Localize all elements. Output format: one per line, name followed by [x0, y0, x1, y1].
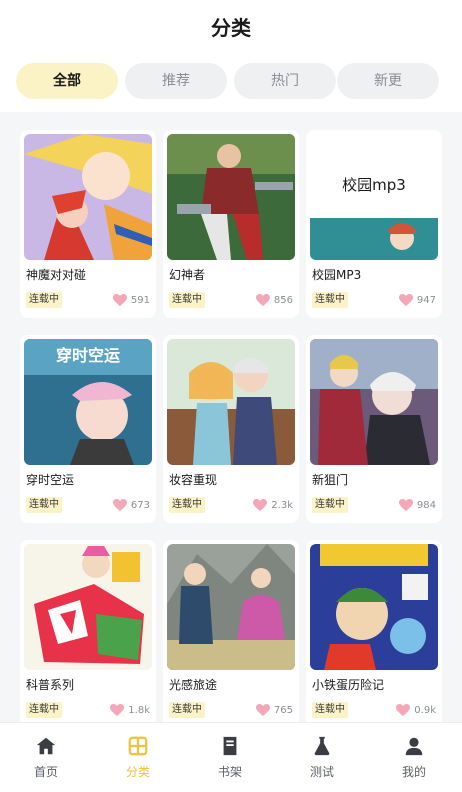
comic-cover-image — [167, 134, 295, 260]
status-badge: 连载中 — [26, 497, 62, 513]
likes-value: 765 — [273, 704, 293, 716]
bottom-tab-bar: 首页 分类 书架 测试 我的 — [0, 722, 462, 792]
comic-cover-image: 校园mp3 — [310, 134, 438, 260]
cover-title-text: 穿时空运 — [56, 346, 120, 365]
likes-value: 2.3k — [271, 499, 293, 511]
heart-icon — [396, 704, 411, 716]
likes-count: 765 — [255, 702, 293, 718]
tab-updated[interactable]: 新更 — [337, 63, 439, 99]
tab-recommended[interactable]: 推荐 — [125, 63, 227, 99]
likes-count: 856 — [255, 292, 293, 308]
comic-grid: 神魔对对碰 连载中 591 幻神者 连载中 856 校园mp3 校园MP3 连载… — [0, 112, 462, 728]
tab-label: 书架 — [217, 765, 242, 779]
comic-card[interactable]: 小铁蛋历险记 连载中 0.9k — [306, 540, 442, 728]
tab-label: 首页 — [33, 765, 58, 779]
status-badge: 连载中 — [26, 292, 62, 308]
status-badge: 连载中 — [169, 497, 205, 513]
status-badge: 连载中 — [169, 702, 205, 718]
likes-value: 673 — [130, 499, 150, 511]
heart-icon — [253, 499, 268, 511]
comic-title: 光感旅途 — [169, 678, 218, 692]
comic-cover-image — [24, 544, 152, 670]
tab-bookshelf[interactable]: 书架 — [184, 731, 276, 787]
comic-title: 妆容重现 — [169, 473, 218, 487]
home-icon — [36, 737, 56, 755]
tab-profile[interactable]: 我的 — [368, 731, 460, 787]
category-grid-icon — [128, 736, 148, 756]
comic-cover-image — [310, 544, 438, 670]
heart-icon — [398, 499, 413, 511]
heart-icon — [112, 294, 127, 306]
comic-cover-image — [24, 134, 152, 260]
tab-label: 分类 — [125, 765, 150, 779]
likes-value: 856 — [273, 294, 293, 306]
heart-icon — [110, 704, 125, 716]
user-icon — [405, 737, 423, 756]
status-badge: 连载中 — [312, 292, 348, 308]
comic-card[interactable]: 科普系列 连载中 1.8k — [20, 540, 156, 728]
likes-count: 1.8k — [110, 702, 150, 718]
comic-card[interactable]: 新狙门 连载中 984 — [306, 335, 442, 523]
page-title: 分类 — [211, 16, 251, 40]
tab-all[interactable]: 全部 — [16, 63, 118, 99]
comic-title: 新狙门 — [312, 473, 349, 487]
status-badge: 连载中 — [312, 702, 348, 718]
comic-card[interactable]: 妆容重现 连载中 2.3k — [163, 335, 299, 523]
tab-home[interactable]: 首页 — [0, 731, 92, 787]
comic-title: 小铁蛋历险记 — [312, 678, 385, 692]
status-badge: 连载中 — [26, 702, 62, 718]
status-badge: 连载中 — [169, 292, 205, 308]
comic-title: 校园MP3 — [312, 268, 362, 282]
category-tabs: 全部 推荐 热门 新更 — [16, 63, 446, 99]
heart-icon — [255, 294, 270, 306]
likes-value: 0.9k — [414, 704, 436, 716]
tab-category[interactable]: 分类 — [92, 731, 184, 787]
comic-cover-image: 穿时空运 — [24, 339, 152, 465]
comic-title: 科普系列 — [26, 678, 75, 692]
likes-count: 591 — [112, 292, 150, 308]
heart-icon — [112, 499, 127, 511]
likes-count: 947 — [398, 292, 436, 308]
comic-title: 幻神者 — [169, 268, 206, 282]
cover-title-text: 校园mp3 — [342, 176, 406, 194]
comic-title: 穿时空运 — [26, 473, 75, 487]
book-icon — [223, 736, 237, 756]
tab-test[interactable]: 测试 — [276, 731, 368, 787]
comic-cover-image — [167, 339, 295, 465]
comic-card[interactable]: 神魔对对碰 连载中 591 — [20, 130, 156, 318]
likes-value: 1.8k — [128, 704, 150, 716]
flask-icon — [314, 736, 330, 756]
likes-value: 591 — [130, 294, 150, 306]
heart-icon — [398, 294, 413, 306]
heart-icon — [255, 704, 270, 716]
comic-cover-image — [167, 544, 295, 670]
likes-value: 984 — [416, 499, 436, 511]
comic-title: 神魔对对碰 — [26, 268, 87, 282]
tab-popular[interactable]: 热门 — [234, 63, 336, 99]
comic-cover-image — [310, 339, 438, 465]
likes-count: 0.9k — [396, 702, 436, 718]
comic-card[interactable]: 光感旅途 连载中 765 — [163, 540, 299, 728]
header: 分类 全部 推荐 热门 新更 — [0, 0, 462, 112]
likes-count: 984 — [398, 497, 436, 513]
likes-value: 947 — [416, 294, 436, 306]
comic-card[interactable]: 校园mp3 校园MP3 连载中 947 — [306, 130, 442, 318]
comic-card[interactable]: 幻神者 连载中 856 — [163, 130, 299, 318]
likes-count: 2.3k — [253, 497, 293, 513]
status-badge: 连载中 — [312, 497, 348, 513]
likes-count: 673 — [112, 497, 150, 513]
tab-label: 我的 — [401, 765, 426, 779]
tab-label: 测试 — [309, 765, 334, 779]
comic-card[interactable]: 穿时空运 穿时空运 连载中 673 — [20, 335, 156, 523]
